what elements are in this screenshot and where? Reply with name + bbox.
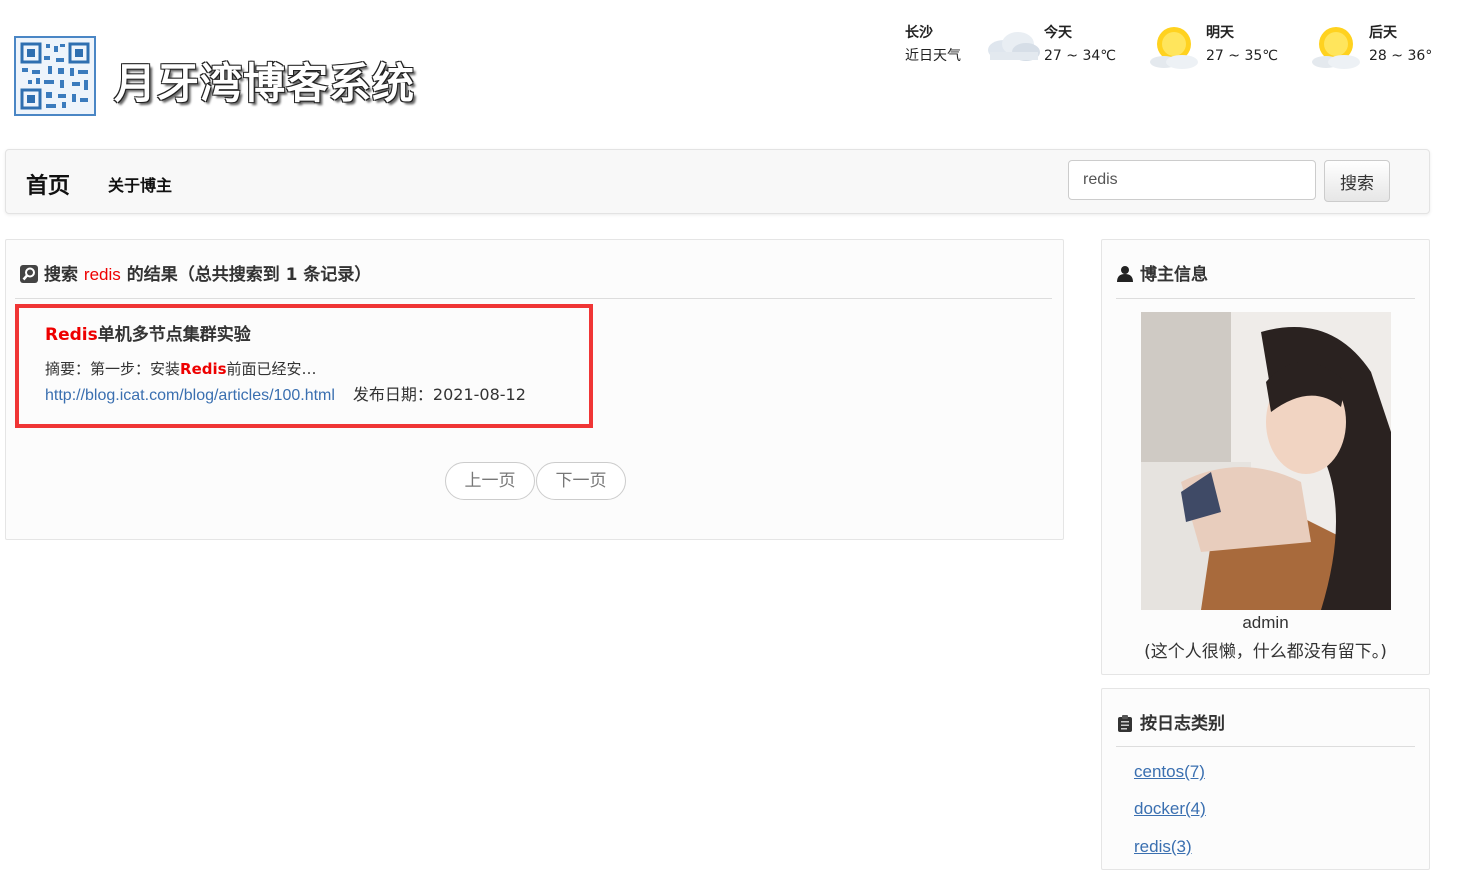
- weather-city: 长沙: [905, 22, 961, 45]
- category-link-redis[interactable]: redis(3): [1134, 837, 1192, 857]
- result-summary-keyword: Redis: [180, 360, 227, 378]
- navbar: 首页 关于博主 搜索: [5, 149, 1430, 214]
- search-results-panel: 搜索 redis 的结果（总共搜索到 1 条记录） Redis单机多节点集群实验…: [5, 239, 1064, 540]
- user-icon: [1116, 265, 1134, 283]
- site-title: 月牙湾博客系统: [114, 50, 415, 111]
- weather-day-after-range: 28 ~ 36℃: [1369, 45, 1431, 68]
- blogger-info-panel: 博主信息 admin (这个人很懒，什么都没有留下。): [1101, 239, 1430, 675]
- weather-day-after-label: 后天: [1369, 22, 1431, 45]
- results-keyword: redis: [84, 265, 121, 284]
- prev-page-button[interactable]: 上一页: [445, 462, 535, 500]
- weather-tomorrow-label: 明天: [1206, 22, 1278, 45]
- category-heading-text: 按日志类别: [1140, 714, 1225, 734]
- result-meta: http://blog.icat.com/blog/articles/100.h…: [45, 381, 526, 405]
- weather-caption: 近日天气: [905, 45, 961, 68]
- blogger-heading: 博主信息: [1116, 260, 1208, 285]
- category-heading: 按日志类别: [1116, 709, 1225, 734]
- search-input[interactable]: [1068, 160, 1316, 200]
- weather-today-label: 今天: [1044, 22, 1116, 45]
- weather-location: 长沙 近日天气: [905, 22, 961, 68]
- result-summary-text: 前面已经安…: [227, 360, 317, 378]
- weather-today: 今天 27 ~ 34℃: [1044, 22, 1116, 68]
- category-link-centos[interactable]: centos(7): [1134, 762, 1205, 782]
- qr-code-logo: [14, 36, 96, 116]
- result-summary: 摘要：第一步：安装Redis前面已经安…: [45, 358, 317, 379]
- result-date: 发布日期：2021-08-12: [353, 385, 526, 404]
- results-heading-suffix: 的结果（总共搜索到 1 条记录）: [127, 265, 372, 285]
- result-title-link[interactable]: Redis单机多节点集群实验: [45, 320, 251, 345]
- nav-about-link[interactable]: 关于博主: [108, 172, 172, 196]
- weather-tomorrow-range: 27 ~ 35℃: [1206, 45, 1278, 68]
- blogger-name: admin: [1102, 613, 1429, 633]
- divider: [15, 298, 1052, 299]
- result-title-keyword: Redis: [45, 325, 98, 345]
- result-summary-prefix: 摘要：第一步：安装: [45, 360, 180, 378]
- search-button[interactable]: 搜索: [1324, 160, 1390, 202]
- clipboard-icon: [1116, 714, 1134, 732]
- weather-tomorrow: 明天 27 ~ 35℃: [1206, 22, 1278, 68]
- divider: [1116, 298, 1415, 299]
- sunny-cloud-icon: [1144, 22, 1204, 72]
- nav-home-link[interactable]: 首页: [26, 168, 70, 200]
- weather-day-after: 后天 28 ~ 36℃: [1369, 22, 1431, 68]
- divider: [1116, 746, 1415, 747]
- results-heading: 搜索 redis 的结果（总共搜索到 1 条记录）: [20, 260, 371, 285]
- sunny-cloud-icon: [1306, 22, 1366, 72]
- blogger-signature: (这个人很懒，什么都没有留下。): [1102, 637, 1429, 662]
- cloudy-icon: [984, 26, 1042, 64]
- category-panel: 按日志类别 centos(7) docker(4) redis(3): [1101, 688, 1430, 870]
- avatar-image: [1141, 312, 1391, 610]
- blogger-avatar: [1141, 312, 1391, 610]
- category-link-docker[interactable]: docker(4): [1134, 799, 1206, 819]
- weather-today-range: 27 ~ 34℃: [1044, 45, 1116, 68]
- blogger-heading-text: 博主信息: [1140, 265, 1208, 285]
- result-url-link[interactable]: http://blog.icat.com/blog/articles/100.h…: [45, 387, 335, 404]
- result-title-text: 单机多节点集群实验: [98, 325, 251, 345]
- search-icon: [20, 265, 38, 283]
- results-heading-prefix: 搜索: [44, 265, 78, 285]
- next-page-button[interactable]: 下一页: [536, 462, 626, 500]
